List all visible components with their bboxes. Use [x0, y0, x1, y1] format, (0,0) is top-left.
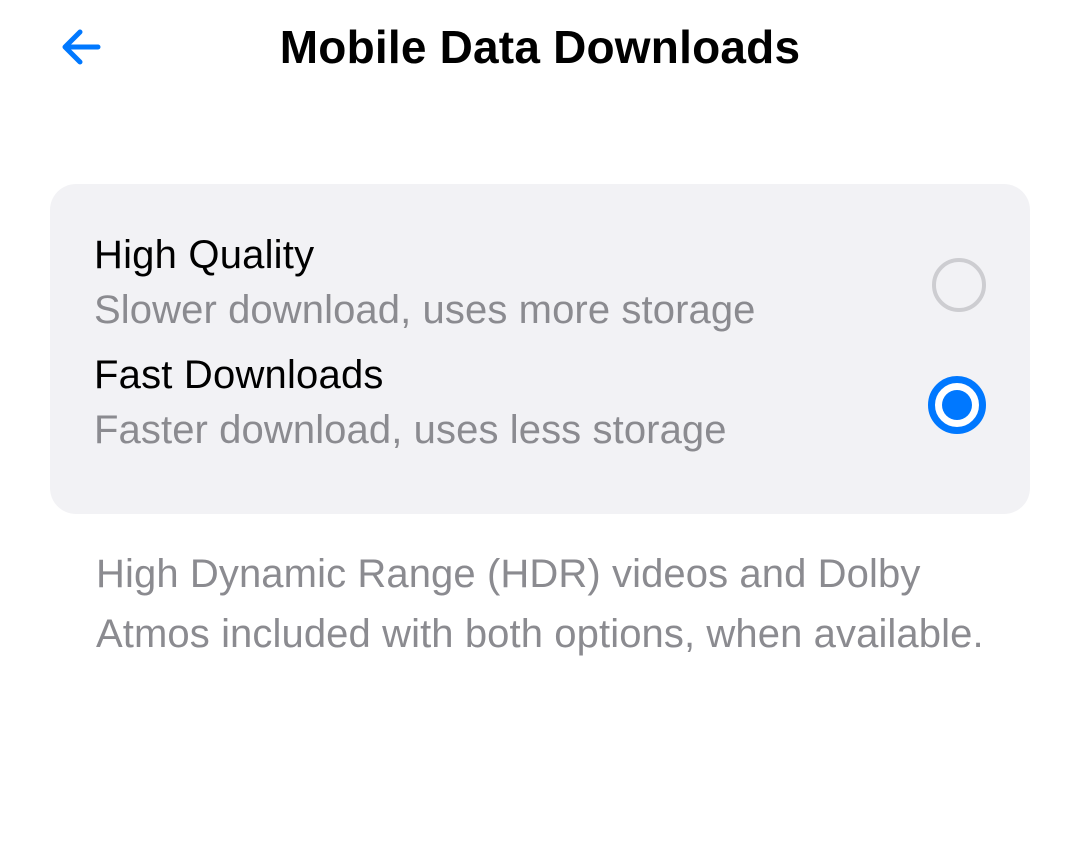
radio-selected-icon [928, 376, 986, 434]
page-title: Mobile Data Downloads [50, 20, 1030, 74]
content: High Quality Slower download, uses more … [0, 104, 1080, 664]
radio-selected-inner-icon [942, 390, 972, 420]
option-text: Fast Downloads Faster download, uses les… [94, 350, 898, 460]
option-subtitle: Slower download, uses more storage [94, 280, 902, 340]
option-title: Fast Downloads [94, 350, 898, 400]
radio-fast-downloads[interactable] [928, 376, 986, 434]
option-title: High Quality [94, 230, 902, 280]
header: Mobile Data Downloads [0, 0, 1080, 104]
option-fast-downloads[interactable]: Fast Downloads Faster download, uses les… [94, 350, 986, 460]
radio-high-quality[interactable] [932, 258, 986, 312]
footer-note: High Dynamic Range (HDR) videos and Dolb… [50, 514, 1030, 664]
options-card: High Quality Slower download, uses more … [50, 184, 1030, 514]
back-arrow-icon [60, 26, 102, 68]
back-button[interactable] [60, 26, 102, 68]
option-text: High Quality Slower download, uses more … [94, 230, 902, 340]
option-high-quality[interactable]: High Quality Slower download, uses more … [94, 230, 986, 340]
option-subtitle: Faster download, uses less storage [94, 400, 898, 460]
radio-unselected-icon [932, 258, 986, 312]
